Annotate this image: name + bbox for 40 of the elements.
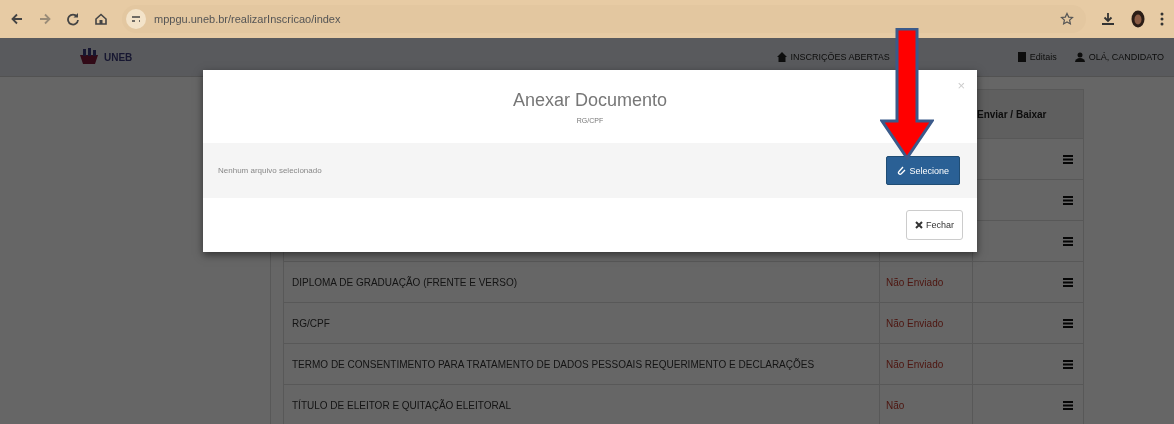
menu-icon[interactable] xyxy=(1063,154,1073,164)
status-text: Não xyxy=(879,385,972,424)
dialog-title: Anexar Documento xyxy=(512,89,668,111)
logo-icon xyxy=(78,47,100,67)
close-button[interactable]: × xyxy=(957,78,965,93)
user-icon xyxy=(1074,52,1085,62)
avatar-icon[interactable] xyxy=(1130,10,1146,28)
site-info-icon[interactable] xyxy=(126,9,146,29)
status-text: Não Enviado xyxy=(879,344,972,384)
star-icon[interactable] xyxy=(1060,12,1074,26)
reload-icon[interactable] xyxy=(66,12,80,26)
file-status-text: Nenhum arquivo selecionado xyxy=(218,166,322,175)
home-icon[interactable] xyxy=(94,12,108,26)
url-text: mppgu.uneb.br/realizarInscricao/index xyxy=(154,13,342,25)
document-name: DIPLOMA DE GRADUAÇÃO (FRENTE E VERSO) xyxy=(291,275,519,290)
menu-icon[interactable] xyxy=(1063,277,1073,287)
logo-text: UNEB xyxy=(104,51,133,63)
menu-icon[interactable] xyxy=(1063,359,1073,369)
menu-icon[interactable] xyxy=(1063,195,1073,205)
menu-icon[interactable] xyxy=(1063,318,1073,328)
document-name: TÍTULO DE ELEITOR E QUITAÇÃO ELEITORAL xyxy=(291,398,512,413)
menu-icon[interactable] xyxy=(1063,400,1073,410)
document-icon xyxy=(1017,52,1026,62)
select-button[interactable]: Selecione xyxy=(886,156,960,185)
nav-link[interactable]: Editais xyxy=(1029,52,1057,62)
address-bar[interactable]: mppgu.uneb.br/realizarInscricao/index xyxy=(122,5,1086,33)
menu-icon[interactable] xyxy=(1063,236,1073,246)
close-icon xyxy=(915,221,923,229)
download-icon[interactable] xyxy=(1100,11,1116,27)
more-icon[interactable] xyxy=(1160,12,1164,26)
document-name: RG/CPF xyxy=(291,316,331,331)
nav-link[interactable]: OLÁ, CANDIDATO xyxy=(1088,52,1164,62)
back-icon[interactable] xyxy=(10,12,24,26)
close-dialog-button[interactable]: Fechar xyxy=(906,210,963,240)
paperclip-icon xyxy=(897,165,907,176)
nav-link[interactable]: INSCRIÇÕES ABERTAS xyxy=(790,52,890,62)
status-text: Não Enviado xyxy=(879,303,972,343)
document-name: TERMO DE CONSENTIMENTO PARA TRATAMENTO DE DADOS PESSOAIS REQUERIMENTO E DECLARAÇÕES xyxy=(291,357,816,372)
home-icon xyxy=(776,52,787,62)
status-text: Não Enviado xyxy=(879,262,972,302)
